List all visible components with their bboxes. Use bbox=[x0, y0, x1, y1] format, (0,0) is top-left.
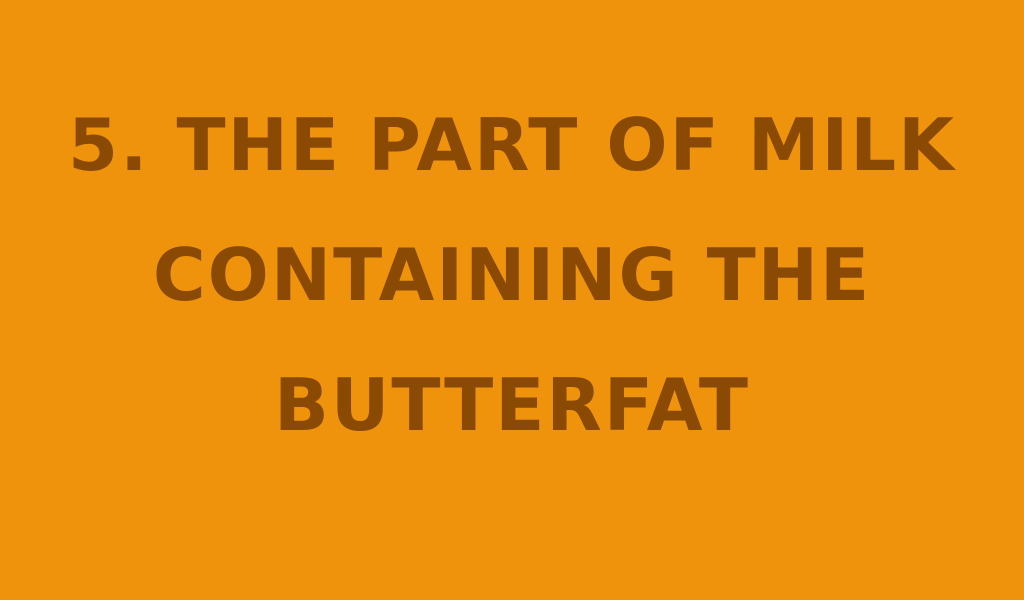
slide-background: 5. THE PART OF MILK CONTAINING THE BUTTE… bbox=[0, 0, 1024, 600]
clue-line-2: CONTAINING THE bbox=[152, 233, 872, 317]
clue-text: 5. THE PART OF MILK CONTAINING THE BUTTE… bbox=[60, 80, 964, 470]
clue-line-1: 5. THE PART OF MILK bbox=[68, 103, 956, 187]
clue-line-3: BUTTERFAT bbox=[273, 363, 750, 447]
